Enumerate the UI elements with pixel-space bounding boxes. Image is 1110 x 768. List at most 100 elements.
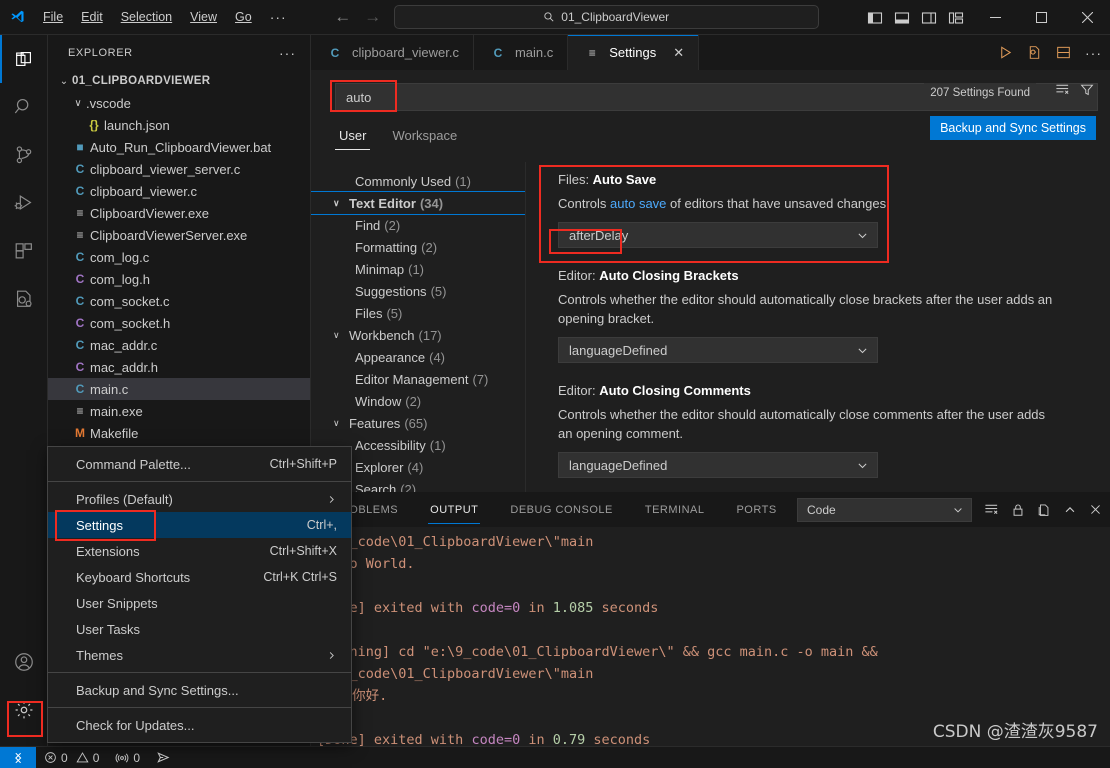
activitybar-item-source-control[interactable] (0, 131, 48, 179)
menu-item-extensions[interactable]: Extensions Ctrl+Shift+X (48, 538, 351, 564)
menu-item-command-palette[interactable]: Command Palette... Ctrl+Shift+P (48, 451, 351, 477)
tab-user[interactable]: User (335, 128, 371, 150)
status-warning-count: 0 (92, 750, 100, 765)
editor-tab-clipboard-viewer-c[interactable]: C clipboard_viewer.c (311, 35, 474, 70)
menu-item-themes[interactable]: Themes (48, 642, 351, 668)
activitybar-item-cpp-tools[interactable] (0, 275, 48, 323)
tree-item-label: mac_addr.h (90, 359, 158, 375)
menu-item-keyboard-shortcuts[interactable]: Keyboard Shortcuts Ctrl+K Ctrl+S (48, 564, 351, 590)
tree-item--vscode[interactable]: ∨ .vscode (48, 92, 310, 114)
menu-view-label: View (190, 10, 218, 24)
activitybar-item-account[interactable] (0, 638, 48, 686)
tree-item-com-log-c[interactable]: Ccom_log.c (48, 246, 310, 268)
tree-item-mac-addr-h[interactable]: Cmac_addr.h (48, 356, 310, 378)
toggle-secondary-sidebar-icon[interactable] (921, 10, 937, 26)
menu-bar[interactable]: File Edit Selection View Go ··· (34, 6, 296, 28)
arrow-right-icon[interactable]: → (364, 7, 382, 27)
tree-item-main-c[interactable]: Cmain.c (48, 378, 310, 400)
setting-value-dropdown[interactable]: languageDefined (558, 452, 878, 478)
open-in-editor-icon[interactable] (1037, 503, 1051, 517)
toc-item-formatting[interactable]: Formatting (2) (311, 236, 525, 258)
tree-item-launch-json[interactable]: {} launch.json (48, 114, 310, 136)
clear-settings-search-icon[interactable] (1055, 82, 1070, 97)
filter-icon[interactable] (1080, 83, 1094, 97)
tree-item-auto-run-clipboardviewer-bat[interactable]: ■ Auto_Run_ClipboardViewer.bat (48, 136, 310, 158)
menu-item-profiles-default[interactable]: Profiles (Default) (48, 486, 351, 512)
tree-item-clipboard-viewer-c[interactable]: Cclipboard_viewer.c (48, 180, 310, 202)
panel-tab-terminal[interactable]: TERMINAL (643, 495, 707, 524)
remote-window-icon[interactable] (0, 746, 36, 768)
toc-item-suggestions[interactable]: Suggestions (5) (311, 280, 525, 302)
toc-item-appearance[interactable]: Appearance (4) (311, 346, 525, 368)
menu-selection[interactable]: Selection (112, 6, 181, 28)
editor-tab-main-c[interactable]: C main.c (473, 35, 569, 70)
status-send-feedback[interactable] (148, 747, 179, 768)
close-icon[interactable]: ✕ (673, 45, 684, 61)
tree-item-com-socket-c[interactable]: Ccom_socket.c (48, 290, 310, 312)
toggle-primary-sidebar-icon[interactable] (867, 10, 883, 26)
clear-output-icon[interactable] (984, 502, 999, 517)
tree-item-makefile[interactable]: M Makefile (48, 422, 310, 444)
tree-item-com-socket-h[interactable]: Ccom_socket.h (48, 312, 310, 334)
toc-item-editor-management[interactable]: Editor Management (7) (311, 368, 525, 390)
maximize-button[interactable] (1018, 0, 1064, 35)
menu-go[interactable]: Go (226, 6, 261, 28)
editor-tab-settings[interactable]: ≡ Settings ✕ (568, 35, 700, 70)
activitybar-item-extensions[interactable] (0, 227, 48, 275)
output-channel-select[interactable]: Code (797, 497, 972, 522)
activitybar-item-explorer[interactable] (0, 35, 48, 83)
toc-item-find[interactable]: Find (2) (311, 214, 525, 236)
tree-item-mac-addr-c[interactable]: Cmac_addr.c (48, 334, 310, 356)
panel-tab-ports[interactable]: PORTS (734, 495, 778, 524)
status-problems[interactable]: 0 0 (36, 747, 107, 768)
run-icon[interactable] (998, 45, 1013, 60)
close-button[interactable] (1064, 0, 1110, 35)
tree-item-com-log-h[interactable]: Ccom_log.h (48, 268, 310, 290)
more-actions-icon[interactable]: ··· (1085, 45, 1102, 61)
menu-item-user-tasks[interactable]: User Tasks (48, 616, 351, 642)
menu-item-user-snippets[interactable]: User Snippets (48, 590, 351, 616)
explorer-more-actions-icon[interactable]: ··· (279, 45, 302, 61)
menu-item-backup-and-sync-settings[interactable]: Backup and Sync Settings... (48, 677, 351, 703)
customize-layout-icon[interactable] (948, 10, 964, 26)
status-ports[interactable]: 0 (107, 747, 148, 768)
menu-overflow-icon[interactable]: ··· (261, 9, 296, 25)
command-center[interactable]: 01_ClipboardViewer (393, 5, 819, 29)
setting-value-dropdown[interactable]: languageDefined (558, 337, 878, 363)
run-and-debug-file-icon[interactable] (1027, 45, 1042, 60)
split-editor-icon[interactable] (1056, 45, 1071, 60)
toc-item-features[interactable]: ∨ Features (65) (311, 412, 525, 434)
menu-edit[interactable]: Edit (72, 6, 112, 28)
activitybar-item-manage-settings[interactable] (0, 686, 48, 734)
tree-root-01-clipboardviewer[interactable]: ⌄ 01_CLIPBOARDVIEWER (48, 70, 310, 92)
menu-item-check-for-updates[interactable]: Check for Updates... (48, 712, 351, 738)
tab-workspace[interactable]: Workspace (388, 128, 461, 150)
toc-item-commonly-used[interactable]: Commonly Used (1) (311, 170, 525, 192)
menu-view[interactable]: View (181, 6, 226, 28)
panel-tab-output[interactable]: OUTPUT (428, 495, 481, 524)
activitybar-item-run-and-debug[interactable] (0, 179, 48, 227)
toc-item-workbench[interactable]: ∨ Workbench (17) (311, 324, 525, 346)
tree-item-clipboardviewerserver-exe[interactable]: ≡ ClipboardViewerServer.exe (48, 224, 310, 246)
toggle-panel-icon[interactable] (894, 10, 910, 26)
menu-file[interactable]: File (34, 6, 72, 28)
menu-item-settings[interactable]: Settings Ctrl+, (48, 512, 351, 538)
minimize-button[interactable] (972, 0, 1018, 35)
toc-item-minimap[interactable]: Minimap (1) (311, 258, 525, 280)
setting-value-dropdown[interactable]: afterDelay (558, 222, 878, 248)
arrow-left-icon[interactable]: ← (334, 7, 352, 27)
output-content[interactable]: e:\9_code\01_ClipboardViewer\"main Hello … (311, 527, 1110, 748)
activitybar-item-search[interactable] (0, 83, 48, 131)
toc-item-window[interactable]: Window (2) (311, 390, 525, 412)
lock-scroll-icon[interactable] (1011, 503, 1025, 517)
close-panel-icon[interactable] (1089, 503, 1102, 516)
setting-description-link[interactable]: auto save (610, 196, 666, 211)
panel-tab-debug-console[interactable]: DEBUG CONSOLE (508, 495, 614, 524)
tree-item-clipboardviewer-exe[interactable]: ≡ ClipboardViewer.exe (48, 202, 310, 224)
backup-and-sync-settings-button[interactable]: Backup and Sync Settings (930, 116, 1096, 140)
hide-panel-icon[interactable] (1063, 503, 1077, 517)
toc-item-files[interactable]: Files (5) (311, 302, 525, 324)
tree-item-clipboard-viewer-server-c[interactable]: Cclipboard_viewer_server.c (48, 158, 310, 180)
tree-item-main-exe[interactable]: ≡ main.exe (48, 400, 310, 422)
toc-item-text-editor[interactable]: ∨ Text Editor (34) (311, 191, 525, 215)
